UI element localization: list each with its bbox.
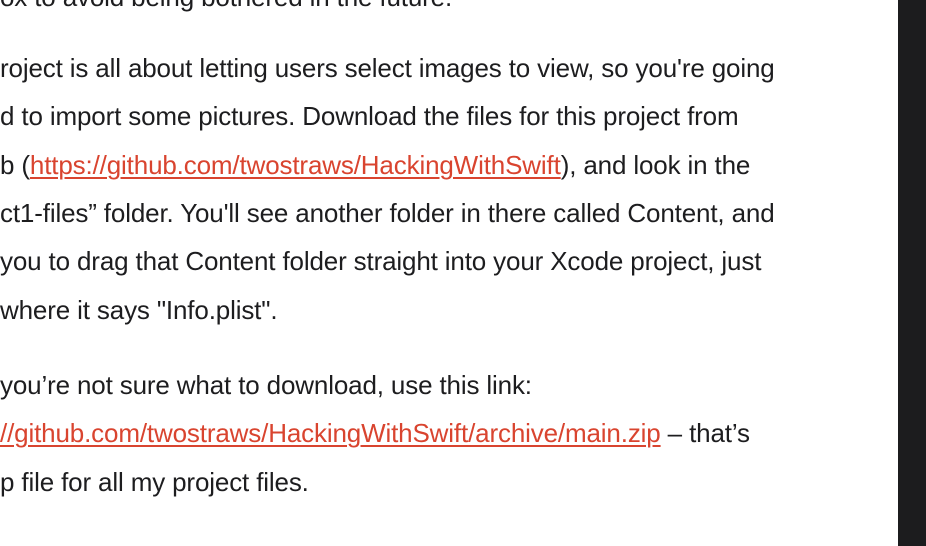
article-line: ct1-files” folder. You'll see another fo…: [0, 198, 775, 228]
dark-sidebar-edge: [898, 0, 926, 546]
article-line: b (https://github.com/twostraws/HackingW…: [0, 149, 750, 181]
article-line: //github.com/twostraws/HackingWithSwift/…: [0, 417, 750, 449]
line-text: b (: [0, 150, 30, 180]
article-content: ox to avoid being bothered in the future…: [0, 0, 898, 546]
article-line: you to drag that Content folder straight…: [0, 246, 762, 276]
article-line: where it says "Info.plist".: [0, 295, 278, 325]
article-line: d to import some pictures. Download the …: [0, 101, 739, 131]
article-line: roject is all about letting users select…: [0, 53, 775, 83]
line-text: ), and look in the: [560, 150, 751, 180]
line-text: – that’s: [660, 418, 750, 448]
article-line: you’re not sure what to download, use th…: [0, 370, 532, 400]
download-zip-link[interactable]: //github.com/twostraws/HackingWithSwift/…: [0, 418, 661, 448]
github-repo-link[interactable]: https://github.com/twostraws/HackingWith…: [30, 150, 561, 180]
article-line: p file for all my project files.: [0, 467, 309, 497]
article-line: ox to avoid being bothered in the future…: [0, 0, 452, 13]
page: ox to avoid being bothered in the future…: [0, 0, 926, 546]
